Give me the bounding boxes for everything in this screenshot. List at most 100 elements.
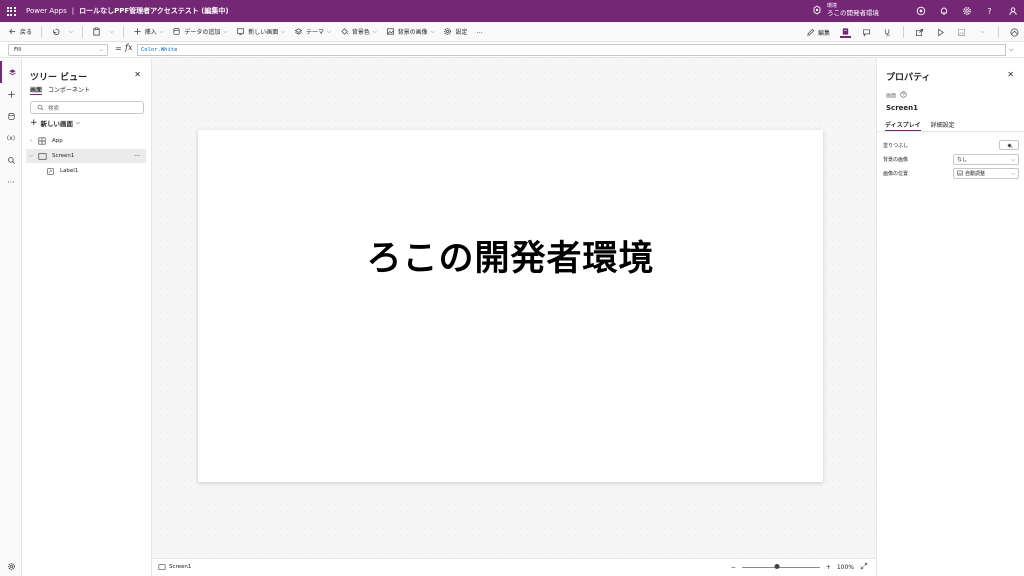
publish-icon[interactable]: [1009, 27, 1020, 38]
title-separator: |: [71, 7, 75, 15]
chevron-down-icon[interactable]: ⌵: [26, 153, 36, 159]
app-launcher-icon[interactable]: [0, 0, 22, 22]
notifications-icon[interactable]: [938, 6, 949, 17]
image-position-dropdown[interactable]: 自動調整 ⌵: [953, 167, 1019, 179]
undo-dropdown[interactable]: ⌵: [69, 29, 73, 35]
background-image-button[interactable]: 背景の画像 ⌵: [386, 27, 435, 36]
tab-components[interactable]: コンポーネント: [48, 85, 90, 95]
image-icon: [386, 28, 394, 35]
left-rail: (x) ···: [0, 58, 22, 576]
chevron-down-icon: ⌵: [281, 28, 286, 35]
zoom-slider-thumb[interactable]: [774, 564, 780, 569]
label-icon: [44, 167, 56, 175]
tree-search-input[interactable]: 検索: [30, 101, 144, 114]
property-row-fill: 塗りつぶし: [883, 139, 1019, 151]
save-dropdown-icon[interactable]: ⌵: [977, 27, 988, 38]
undo-button[interactable]: [51, 27, 60, 36]
formula-bar: Fill ⌵ = fx Color.White ⌵: [0, 42, 1024, 58]
fill-color-button[interactable]: [999, 140, 1019, 150]
screen-canvas[interactable]: ろこの開発者環境: [198, 130, 823, 482]
formula-input[interactable]: Color.White: [137, 44, 1006, 56]
share-icon[interactable]: [914, 27, 925, 38]
tree-view-icon[interactable]: [0, 61, 22, 83]
screen-icon: [158, 564, 166, 570]
play-icon[interactable]: [935, 27, 946, 38]
add-data-button[interactable]: データの追加 ⌵: [172, 27, 227, 36]
insert-button[interactable]: 挿入 ⌵: [133, 27, 164, 36]
edit-button[interactable]: 編集: [806, 28, 830, 37]
environment-icon: [813, 5, 821, 15]
tree-item-label1[interactable]: Label1: [26, 164, 146, 178]
search-icon[interactable]: [0, 149, 22, 171]
help-circle-icon[interactable]: [900, 91, 907, 100]
title-bar: Power Apps | ロールなしPPF管理者アクセステスト (編集中) 環境…: [0, 0, 1024, 22]
account-icon[interactable]: [1007, 6, 1018, 17]
chevron-down-icon: ⌵: [159, 28, 164, 35]
close-icon[interactable]: ✕: [134, 70, 141, 79]
chevron-down-icon: ⌵: [430, 28, 435, 35]
equals-sign: =: [115, 44, 122, 53]
back-button[interactable]: 戻る: [8, 27, 32, 36]
help-icon[interactable]: ?: [984, 6, 995, 17]
chevron-down-icon: ⌵: [372, 28, 377, 35]
new-screen-button[interactable]: 新しい画面 ⌵: [236, 27, 285, 36]
chevron-down-icon[interactable]: ⌵: [1009, 46, 1014, 54]
tab-display[interactable]: ディスプレイ: [885, 120, 921, 131]
more-commands-button[interactable]: ...: [477, 28, 483, 35]
label1-text[interactable]: ろこの開発者環境: [198, 230, 823, 281]
background-image-dropdown[interactable]: なし ⌵: [953, 153, 1019, 165]
settings-gear-icon[interactable]: [961, 6, 972, 17]
chevron-right-icon[interactable]: ›: [26, 138, 36, 144]
paint-bucket-icon: [341, 28, 348, 35]
tree-item-app[interactable]: › App: [26, 134, 146, 148]
fx-icon[interactable]: fx: [125, 43, 132, 52]
theme-button[interactable]: テーマ ⌵: [294, 27, 331, 36]
tab-advanced[interactable]: 詳細設定: [931, 120, 955, 131]
command-bar: 戻る ⌵ ⌵ 挿入 ⌵ データの追加 ⌵ 新しい画面 ⌵ テーマ ⌵ 背景色 ⌵…: [0, 22, 1024, 42]
insert-plus-icon[interactable]: [0, 83, 22, 105]
app-checker-icon[interactable]: [840, 27, 851, 38]
zoom-slider[interactable]: [741, 562, 820, 572]
more-icon[interactable]: ···: [0, 171, 22, 193]
chevron-down-icon: ⌵: [223, 28, 228, 35]
chevron-down-icon: ⌵: [327, 28, 331, 35]
chevron-down-icon: ⌵: [69, 28, 73, 35]
app-name[interactable]: Power Apps: [26, 7, 67, 15]
property-dropdown[interactable]: Fill ⌵: [8, 44, 108, 56]
zoom-in-button[interactable]: +: [826, 564, 831, 571]
tree-view-title: ツリー ビュー: [30, 73, 88, 83]
tree-item-screen1[interactable]: ⌵ Screen1 ···: [26, 149, 146, 163]
fit-to-screen-icon[interactable]: [860, 562, 868, 572]
status-screen-selector[interactable]: Screen1: [158, 564, 191, 570]
chevron-down-icon: ⌵: [76, 120, 80, 126]
new-screen-button[interactable]: + 新しい画面 ⌵: [30, 118, 80, 128]
app-title[interactable]: ロールなしPPF管理者アクセステスト (編集中): [79, 6, 229, 16]
stethoscope-icon[interactable]: [882, 27, 893, 38]
clipboard-icon: [93, 27, 100, 36]
search-icon: [37, 104, 44, 111]
chevron-down-icon: ⌵: [109, 28, 114, 35]
property-row-background-image: 背景の画像 なし ⌵: [883, 153, 1019, 165]
paste-button[interactable]: [92, 27, 101, 36]
tab-screens[interactable]: 画面: [30, 85, 43, 95]
screen-add-icon: [237, 28, 245, 36]
chevron-down-icon: ⌵: [1011, 170, 1015, 177]
settings-gear-icon[interactable]: [0, 555, 22, 576]
plus-icon: +: [30, 118, 38, 128]
background-color-button[interactable]: 背景色 ⌵: [340, 27, 377, 36]
image-icon: [957, 170, 963, 176]
settings-button[interactable]: 設定: [443, 27, 468, 36]
data-icon[interactable]: [0, 105, 22, 127]
close-icon[interactable]: ✕: [1007, 70, 1014, 79]
properties-panel: プロパティ ✕ 画面 Screen1 ディスプレイ 詳細設定 塗りつぶし 背景の…: [876, 58, 1024, 576]
zoom-out-button[interactable]: −: [731, 564, 736, 571]
copilot-icon[interactable]: [915, 6, 926, 17]
comment-icon[interactable]: [861, 27, 872, 38]
canvas-area[interactable]: ろこの開発者環境: [152, 58, 876, 558]
environment-picker[interactable]: 環境 ろこの開発者環境: [812, 3, 879, 17]
paste-dropdown[interactable]: ⌵: [110, 29, 114, 35]
save-icon[interactable]: [956, 27, 967, 38]
app-grid-icon: [36, 137, 48, 145]
more-options-button[interactable]: ···: [134, 153, 140, 160]
variables-icon[interactable]: (x): [0, 127, 22, 149]
